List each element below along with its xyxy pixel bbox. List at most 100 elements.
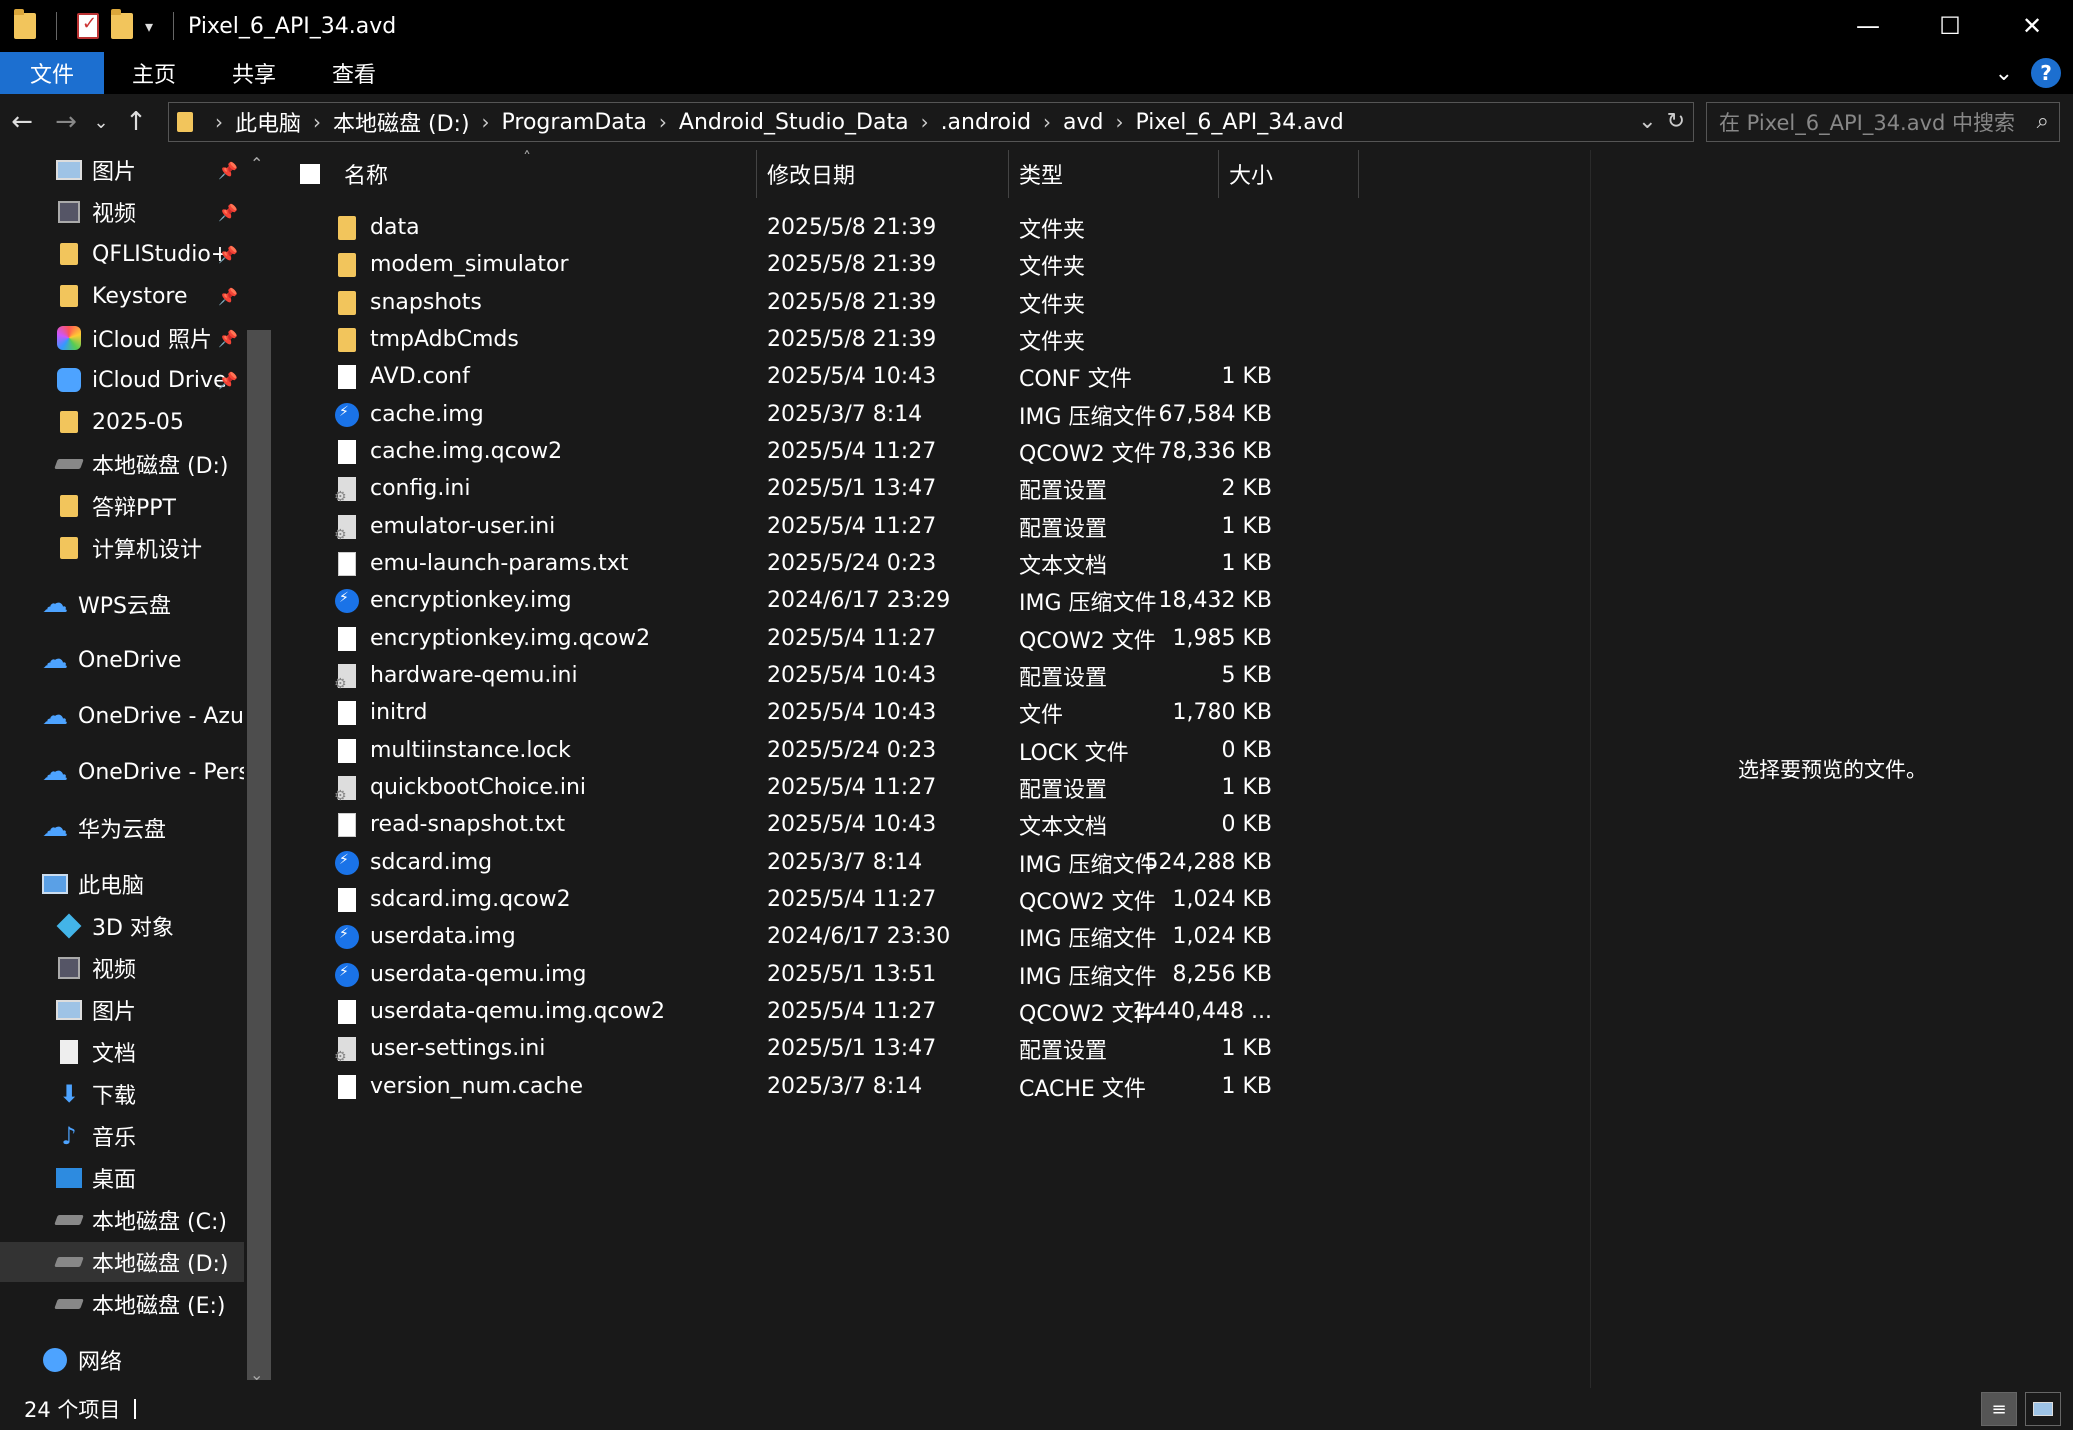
file-name-cell[interactable]: encryptionkey.img.qcow2 <box>338 626 650 651</box>
column-header-name[interactable]: 名称 <box>344 150 724 198</box>
file-name-cell[interactable]: sdcard.img <box>335 850 492 875</box>
file-name-cell[interactable]: version_num.cache <box>338 1074 583 1099</box>
nav-item-network[interactable]: 网络 <box>0 1340 244 1380</box>
customize-toolbar-chevron-icon[interactable]: ▾ <box>145 17 153 36</box>
refresh-icon[interactable]: ↻ <box>1667 109 1685 134</box>
table-row[interactable]: AVD.conf 2025/5/4 10:43 CONF 文件 1 KB <box>278 358 1358 395</box>
nav-item-icloud-photos[interactable]: iCloud 照片 📌 <box>0 318 244 358</box>
file-name-cell[interactable]: userdata-qemu.img.qcow2 <box>338 999 665 1024</box>
help-button[interactable]: ? <box>2031 58 2061 88</box>
pin-icon[interactable]: 📌 <box>218 287 238 306</box>
nav-item-3d-objects[interactable]: 3D 对象 <box>0 906 244 946</box>
details-view-button[interactable]: ≡ <box>1981 1392 2017 1426</box>
table-row[interactable]: multiinstance.lock 2025/5/24 0:23 LOCK 文件 0… <box>278 732 1358 769</box>
table-row[interactable]: emulator-user.ini 2025/5/4 11:27 配置设置 1 KB <box>278 508 1358 545</box>
nav-item-videos-pc[interactable]: 视频 <box>0 948 244 988</box>
file-name-cell[interactable]: hardware-qemu.ini <box>334 663 578 692</box>
table-row[interactable]: tmpAdbCmds 2025/5/8 21:39 文件夹 <box>278 321 1358 358</box>
table-row[interactable]: modem_simulator 2025/5/8 21:39 文件夹 <box>278 246 1358 283</box>
nav-item-onedrive[interactable]: ☁ OneDrive <box>0 640 244 680</box>
breadcrumb-programdata[interactable]: ProgramData <box>502 110 647 135</box>
new-folder-icon[interactable] <box>111 9 133 39</box>
select-all-checkbox[interactable] <box>300 164 320 184</box>
breadcrumb-chevron-icon[interactable]: › <box>1116 110 1124 134</box>
table-row[interactable]: user-settings.ini 2025/5/1 13:47 配置设置 1 KB <box>278 1030 1358 1067</box>
search-icon[interactable]: ⌕ <box>2037 109 2049 134</box>
table-row[interactable]: userdata-qemu.img 2025/5/1 13:51 IMG 压缩文件 8… <box>278 956 1358 993</box>
column-header-date[interactable]: 修改日期 <box>767 150 1007 198</box>
file-name-cell[interactable]: multiinstance.lock <box>338 738 571 763</box>
file-name-cell[interactable]: encryptionkey.img <box>335 588 572 613</box>
table-row[interactable]: quickbootChoice.ini 2025/5/4 11:27 配置设置 1 K… <box>278 769 1358 806</box>
maximize-button[interactable]: ☐ <box>1909 0 1991 52</box>
nav-item-drive-d[interactable]: 本地磁盘 (D:) <box>0 1242 244 1282</box>
column-divider[interactable] <box>756 150 757 198</box>
nav-item-documents[interactable]: 文档 <box>0 1032 244 1072</box>
address-history-chevron-icon[interactable]: ⌄ <box>1638 109 1656 134</box>
breadcrumb-this-pc[interactable]: 此电脑 <box>235 106 301 138</box>
file-name-cell[interactable]: userdata-qemu.img <box>335 962 586 987</box>
pin-icon[interactable]: 📌 <box>218 161 238 180</box>
table-row[interactable]: emu-launch-params.txt 2025/5/24 0:23 文本文档 1… <box>278 545 1358 582</box>
breadcrumb-drive-d[interactable]: 本地磁盘 (D:) <box>333 106 470 138</box>
breadcrumb-chevron-icon[interactable]: › <box>215 110 223 134</box>
table-row[interactable]: userdata.img 2024/6/17 23:30 IMG 压缩文件 1,024… <box>278 918 1358 955</box>
table-row[interactable]: sdcard.img.qcow2 2025/5/4 11:27 QCOW2 文件 1,… <box>278 881 1358 918</box>
nav-item-computer-design[interactable]: 计算机设计 <box>0 528 244 568</box>
table-row[interactable]: encryptionkey.img 2024/6/17 23:29 IMG 压缩文件… <box>278 582 1358 619</box>
breadcrumb-android-studio-data[interactable]: Android_Studio_Data <box>679 110 909 135</box>
file-name-cell[interactable]: config.ini <box>334 476 470 505</box>
large-icons-view-button[interactable] <box>2025 1392 2061 1426</box>
nav-item-pictures-pc[interactable]: 图片 <box>0 990 244 1030</box>
scrollbar-thumb[interactable] <box>247 330 271 1380</box>
nav-item-music[interactable]: ♪ 音乐 <box>0 1116 244 1156</box>
nav-item-drive-e[interactable]: 本地磁盘 (E:) <box>0 1284 244 1324</box>
file-name-cell[interactable]: tmpAdbCmds <box>338 327 519 352</box>
nav-item-keystore[interactable]: Keystore 📌 <box>0 276 244 316</box>
nav-item-this-pc[interactable]: 此电脑 <box>0 864 244 904</box>
table-row[interactable]: initrd 2025/5/4 10:43 文件 1,780 KB <box>278 694 1358 731</box>
nav-item-videos[interactable]: 视频 📌 <box>0 192 244 232</box>
recent-locations-chevron-icon[interactable]: ⌄ <box>88 100 114 144</box>
column-divider[interactable] <box>1358 150 1359 198</box>
folder-icon[interactable] <box>14 9 36 39</box>
nav-scrollbar[interactable]: ⌃ ⌄ <box>244 150 276 1388</box>
file-name-cell[interactable]: cache.img.qcow2 <box>338 439 562 464</box>
table-row[interactable]: userdata-qemu.img.qcow2 2025/5/4 11:27 QCO… <box>278 993 1358 1030</box>
scroll-up-icon[interactable]: ⌃ <box>250 154 263 173</box>
breadcrumb-chevron-icon[interactable]: › <box>482 110 490 134</box>
nav-item-downloads[interactable]: ⬇ 下载 <box>0 1074 244 1114</box>
properties-icon[interactable] <box>77 13 99 39</box>
forward-button[interactable]: → <box>44 100 88 144</box>
nav-item-icloud-drive[interactable]: iCloud Drive 📌 <box>0 360 244 400</box>
file-name-cell[interactable]: userdata.img <box>335 924 516 949</box>
nav-item-desktop[interactable]: 桌面 <box>0 1158 244 1198</box>
table-row[interactable]: hardware-qemu.ini 2025/5/4 10:43 配置设置 5 KB <box>278 657 1358 694</box>
column-header-size[interactable]: 大小 <box>1229 150 1349 198</box>
close-button[interactable]: ✕ <box>1991 0 2073 52</box>
table-row[interactable]: data 2025/5/8 21:39 文件夹 <box>278 209 1358 246</box>
nav-item-pictures[interactable]: 图片 📌 <box>0 150 244 190</box>
file-name-cell[interactable]: cache.img <box>335 402 484 427</box>
back-button[interactable]: ← <box>0 100 44 144</box>
breadcrumb-chevron-icon[interactable]: › <box>1043 110 1051 134</box>
nav-item-onedrive-personal[interactable]: ☁OneDrive - Perso <box>0 752 244 792</box>
pin-icon[interactable]: 📌 <box>218 371 238 390</box>
file-name-cell[interactable]: user-settings.ini <box>334 1036 545 1065</box>
nav-item-onedrive-azure[interactable]: ☁OneDrive - Azure <box>0 696 244 736</box>
breadcrumb-pixel-avd[interactable]: Pixel_6_API_34.avd <box>1136 110 1344 135</box>
nav-item-drive-d-quick[interactable]: 本地磁盘 (D:) <box>0 444 244 484</box>
nav-item-wps-cloud[interactable]: ☁ WPS云盘 <box>0 584 244 624</box>
tab-home[interactable]: 主页 <box>104 52 204 94</box>
file-name-cell[interactable]: initrd <box>338 700 427 725</box>
file-name-cell[interactable]: quickbootChoice.ini <box>334 775 586 804</box>
file-name-cell[interactable]: AVD.conf <box>338 364 470 389</box>
file-name-cell[interactable]: modem_simulator <box>338 252 569 277</box>
nav-item-defense-ppt[interactable]: 答辩PPT <box>0 486 244 526</box>
address-bar[interactable]: › 此电脑 › 本地磁盘 (D:) › ProgramData › Androi… <box>168 102 1694 142</box>
tab-view[interactable]: 查看 <box>304 52 404 94</box>
nav-item-2025-05[interactable]: 2025-05 <box>0 402 244 442</box>
column-header-type[interactable]: 类型 <box>1019 150 1219 198</box>
table-row[interactable]: snapshots 2025/5/8 21:39 文件夹 <box>278 284 1358 321</box>
table-row[interactable]: config.ini 2025/5/1 13:47 配置设置 2 KB <box>278 470 1358 507</box>
